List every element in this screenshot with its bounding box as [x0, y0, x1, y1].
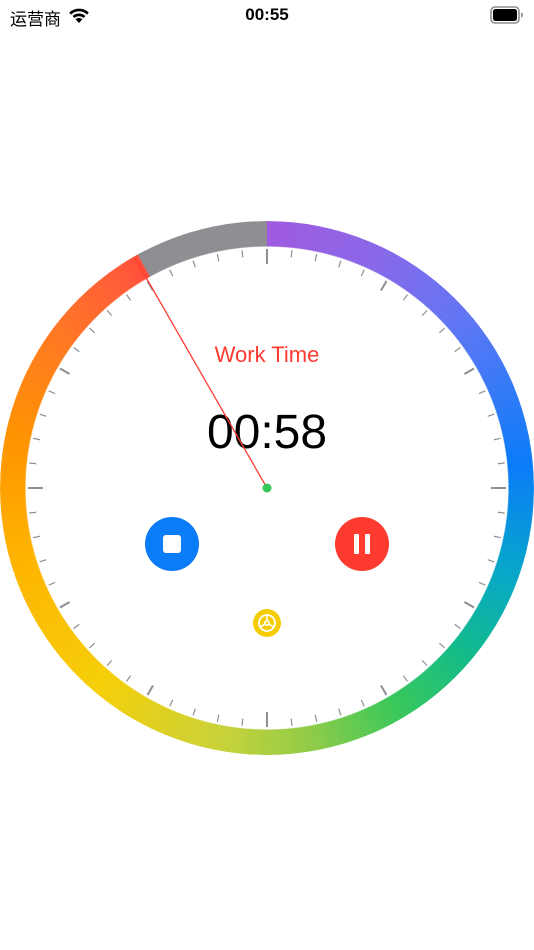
dial-tick — [360, 269, 365, 277]
gear-icon — [258, 614, 276, 632]
dial-tick — [192, 708, 196, 716]
settings-button[interactable] — [253, 609, 281, 637]
dial-tick — [478, 581, 486, 586]
dial-tick — [290, 718, 293, 726]
pause-icon-bar — [365, 534, 370, 554]
dial-tick — [48, 390, 56, 395]
dial-tick — [169, 269, 174, 277]
timer-dial — [0, 221, 534, 755]
dial-tick — [478, 390, 486, 395]
status-bar: 运营商 00:55 — [0, 0, 534, 32]
dial-tick — [463, 367, 475, 375]
dial-tick — [493, 535, 501, 539]
dial-tick — [380, 280, 388, 292]
dial-tick — [241, 718, 244, 726]
dial-tick — [454, 623, 461, 629]
dial-tick — [380, 684, 388, 696]
dial-tick — [106, 309, 113, 316]
dial-tick — [290, 250, 293, 258]
dial-tick — [338, 708, 342, 716]
dial-tick — [146, 280, 154, 292]
stop-button[interactable] — [145, 517, 199, 571]
dial-tick — [360, 699, 365, 707]
status-time: 00:55 — [245, 5, 289, 24]
pause-icon — [354, 534, 359, 554]
dial-tick — [421, 660, 428, 667]
dial-tick — [146, 684, 154, 696]
dial-tick — [39, 559, 47, 563]
dial-tick — [29, 462, 37, 465]
battery-icon — [490, 6, 523, 24]
stop-icon — [163, 535, 181, 553]
timer-mode-label: Work Time — [214, 342, 320, 367]
dial-tick — [314, 714, 318, 722]
dial-tick — [241, 250, 244, 258]
dial-tick — [216, 714, 220, 722]
dial-tick — [421, 309, 428, 316]
dial-tick — [463, 601, 475, 609]
dial-tick — [73, 623, 80, 629]
dial-tick — [497, 462, 505, 465]
dial-tick — [106, 660, 113, 667]
dial-tick — [59, 367, 71, 375]
dial-tick — [88, 642, 95, 649]
dial-tick — [338, 260, 342, 268]
dial-tick — [126, 294, 132, 301]
dial-tick — [439, 642, 446, 649]
dial-tick — [29, 511, 37, 514]
dial-tick — [48, 581, 56, 586]
dial-tick — [314, 254, 318, 262]
dial-tick — [126, 675, 132, 682]
dial-tick — [402, 294, 408, 301]
dial-ticks — [28, 249, 506, 727]
dial-tick — [487, 559, 495, 563]
countdown-display: 00:58 — [206, 406, 328, 459]
dial-tick — [33, 535, 41, 539]
pause-button[interactable] — [335, 517, 389, 571]
dial-tick — [169, 699, 174, 707]
dial-tick — [59, 601, 71, 609]
dial-tick — [192, 260, 196, 268]
dial-tick — [216, 254, 220, 262]
dial-tick — [402, 675, 408, 682]
dial-tick — [497, 511, 505, 514]
dial-tick — [439, 327, 446, 334]
dial-tick — [88, 327, 95, 334]
